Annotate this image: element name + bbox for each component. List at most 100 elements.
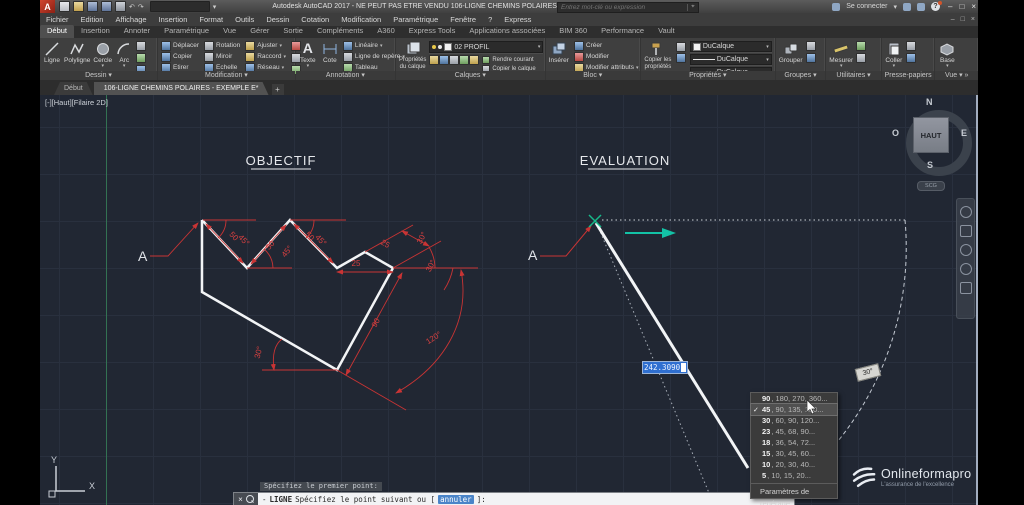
ribbon-tab-annoter[interactable]: Annoter bbox=[117, 25, 157, 38]
pstyle-icon[interactable] bbox=[675, 42, 686, 52]
command-line-bar[interactable]: × - LIGNE Spécifiez le point suivant ou … bbox=[233, 492, 795, 505]
sign-in-button[interactable]: Se connecter bbox=[846, 3, 887, 10]
tool-cercle[interactable]: Cercle ▾ bbox=[93, 40, 112, 69]
chevron-down-icon[interactable]: ▾ bbox=[946, 64, 949, 69]
tracking-option[interactable]: 15, 30, 45, 60... bbox=[751, 448, 837, 459]
ribbon-tab-bim360[interactable]: BIM 360 bbox=[552, 25, 594, 38]
minimize-button[interactable]: – bbox=[948, 2, 952, 11]
navigation-bar[interactable] bbox=[956, 198, 975, 319]
tool-cote[interactable]: Cote bbox=[321, 40, 339, 64]
save-icon[interactable] bbox=[87, 1, 98, 12]
linetype-dropdown[interactable]: DuCalque ▾ bbox=[689, 54, 772, 65]
showmotion-icon[interactable] bbox=[959, 282, 972, 294]
compass-north[interactable]: N bbox=[926, 97, 933, 107]
new-file-icon[interactable] bbox=[59, 1, 70, 12]
tab-debut[interactable]: Début bbox=[54, 82, 93, 95]
workspace-dropdown[interactable] bbox=[149, 1, 210, 12]
panel-title-annotation[interactable]: Annotation ▾ bbox=[295, 71, 395, 80]
tracking-settings-item[interactable]: Paramètres de repérage... bbox=[751, 486, 837, 505]
autocad-logo-icon[interactable]: A bbox=[40, 0, 55, 13]
ribbon-tab-insertion[interactable]: Insertion bbox=[74, 25, 117, 38]
tool-ligne[interactable]: Ligne bbox=[43, 40, 61, 64]
panel-title-groupes[interactable]: Groupes ▾ bbox=[775, 71, 826, 80]
layer-tool-icon[interactable] bbox=[429, 55, 440, 65]
tracking-option[interactable]: 90, 180, 270, 360... bbox=[751, 393, 837, 404]
tracking-option[interactable]: 23, 45, 68, 90... bbox=[751, 426, 837, 437]
plot-icon[interactable] bbox=[115, 1, 126, 12]
cut-icon[interactable] bbox=[905, 41, 916, 51]
rectangle-tool-icon[interactable] bbox=[136, 41, 147, 51]
compass-south[interactable]: S bbox=[927, 160, 933, 170]
tracking-option-selected[interactable]: ✓ 45, 90, 135, 180... bbox=[750, 403, 838, 416]
chevron-down-icon[interactable]: ▾ bbox=[893, 64, 896, 69]
tool-inserer[interactable]: Insérer bbox=[549, 40, 569, 64]
copy-clip-icon[interactable] bbox=[905, 53, 916, 63]
tracking-option[interactable]: 18, 36, 54, 72... bbox=[751, 437, 837, 448]
new-tab-button[interactable]: + bbox=[271, 84, 284, 95]
command-close-icon[interactable]: × bbox=[238, 495, 243, 504]
undo-icon[interactable]: ↶ bbox=[129, 3, 135, 11]
color-dropdown[interactable]: DuCalque ▾ bbox=[689, 41, 772, 52]
mdi-restore-button[interactable]: □ bbox=[961, 16, 965, 23]
compass-west[interactable]: O bbox=[892, 128, 899, 138]
save-as-icon[interactable] bbox=[101, 1, 112, 12]
tool-texte[interactable]: A Texte ▾ bbox=[299, 40, 317, 69]
help-search-box[interactable]: ⌖ bbox=[557, 2, 699, 13]
panel-title-vue[interactable]: Vue ▾ » bbox=[935, 71, 978, 80]
ribbon-tab-debut[interactable]: Début bbox=[40, 25, 75, 38]
compass-east[interactable]: E bbox=[961, 128, 967, 138]
help-icon[interactable]: ? bbox=[931, 1, 942, 11]
tool-grouper[interactable]: Grouper bbox=[779, 40, 803, 64]
help-search-input[interactable] bbox=[558, 4, 687, 11]
layer-tool-icon[interactable] bbox=[439, 55, 450, 65]
tool-rotation[interactable]: Rotation bbox=[204, 40, 240, 51]
tool-polyligne[interactable]: Polyligne bbox=[64, 40, 90, 64]
ribbon-tab-performance[interactable]: Performance bbox=[594, 25, 651, 38]
tool-coller[interactable]: Coller ▾ bbox=[885, 40, 903, 69]
close-button[interactable]: × bbox=[971, 2, 976, 11]
mdi-minimize-button[interactable]: – bbox=[951, 16, 955, 23]
sign-in-chevron-icon[interactable]: ▾ bbox=[893, 3, 897, 11]
panel-title-proprietes[interactable]: Propriétés ▾ bbox=[640, 71, 775, 80]
panel-title-utilitaires[interactable]: Utilitaires ▾ bbox=[826, 71, 881, 80]
panel-title-modification[interactable]: Modification ▾ bbox=[158, 71, 295, 80]
tool-miroir[interactable]: Miroir bbox=[204, 51, 240, 62]
tracking-option[interactable]: 30, 60, 90, 120... bbox=[751, 415, 837, 426]
user-icon[interactable] bbox=[832, 2, 841, 11]
dynamic-input-field[interactable]: 242.3090 bbox=[642, 361, 689, 374]
mdi-close-button[interactable]: × bbox=[971, 16, 975, 23]
ucs-dropdown[interactable]: SCG bbox=[917, 181, 945, 191]
model-space-canvas[interactable]: [-][Haut][Filaire 2D] OBJECTIF EVALUATIO… bbox=[40, 95, 978, 505]
group-edit-icon[interactable] bbox=[805, 53, 816, 63]
ungroup-icon[interactable] bbox=[805, 41, 816, 51]
orbit-icon[interactable] bbox=[959, 263, 972, 275]
redo-icon[interactable]: ↷ bbox=[138, 3, 144, 11]
search-binoculars-icon[interactable]: ⌖ bbox=[687, 4, 698, 11]
ucs-icon[interactable] bbox=[48, 466, 85, 498]
ribbon-tab-vault[interactable]: Vault bbox=[651, 25, 682, 38]
tool-raccord[interactable]: Raccord ▾ bbox=[245, 51, 286, 62]
panel-title-calques[interactable]: Calques ▾ bbox=[395, 71, 545, 80]
ribbon-tab-gerer[interactable]: Gérer bbox=[243, 25, 276, 38]
pan-icon[interactable] bbox=[959, 225, 972, 237]
layer-tool-icon[interactable] bbox=[449, 55, 460, 65]
tool-copier[interactable]: Copier bbox=[161, 51, 199, 62]
layer-dropdown[interactable]: 02 PROFIL ▾ bbox=[429, 41, 544, 53]
quick-select-icon[interactable] bbox=[856, 41, 867, 51]
zoom-icon[interactable] bbox=[959, 244, 972, 256]
maximize-button[interactable]: □ bbox=[959, 2, 964, 11]
command-input[interactable]: - LIGNE Spécifiez le point suivant ou [ … bbox=[258, 493, 794, 505]
open-file-icon[interactable] bbox=[73, 1, 84, 12]
tool-deplacer[interactable]: Déplacer bbox=[161, 40, 199, 51]
tracking-option[interactable]: 10, 20, 30, 40... bbox=[751, 459, 837, 470]
tool-creer-bloc[interactable]: Créer bbox=[573, 40, 639, 51]
tracking-option[interactable]: 5, 10, 15, 20... bbox=[751, 470, 837, 481]
ribbon-tab-applications[interactable]: Applications associées bbox=[462, 25, 552, 38]
tool-base[interactable]: Base ▾ bbox=[938, 40, 956, 69]
command-search-icon[interactable] bbox=[245, 495, 254, 503]
ribbon-tab-sortie[interactable]: Sortie bbox=[276, 25, 310, 38]
viewcube-top-face[interactable]: HAUT bbox=[913, 117, 949, 153]
a360-icon[interactable] bbox=[903, 2, 911, 11]
tool-copier-proprietes[interactable]: Copier les propriétés bbox=[644, 40, 672, 71]
ellipse-tool-icon[interactable] bbox=[136, 53, 147, 63]
